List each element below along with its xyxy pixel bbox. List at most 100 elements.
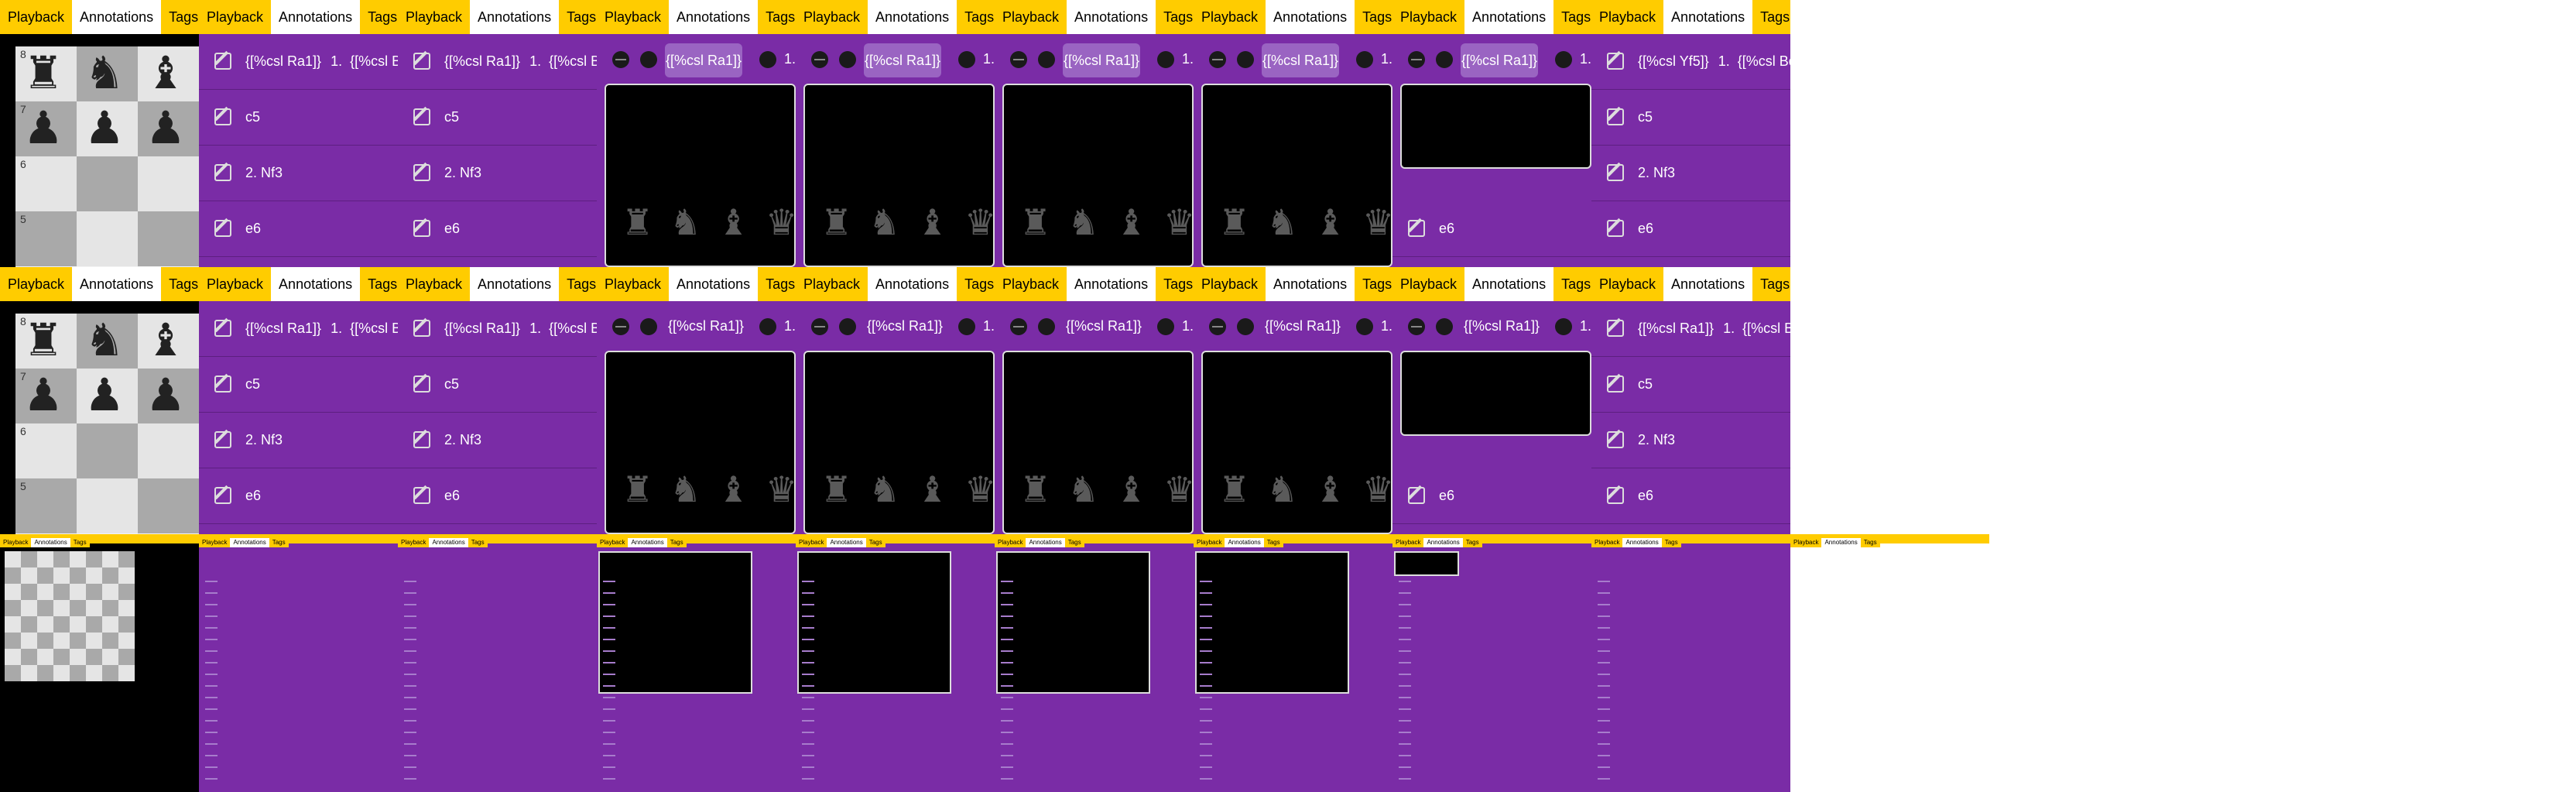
move-row[interactable] xyxy=(802,592,814,594)
tab-playback[interactable]: Playback xyxy=(1194,538,1225,547)
tab-playback[interactable]: Playback xyxy=(1194,0,1266,34)
move-row[interactable] xyxy=(1399,674,1411,675)
toggle-icon[interactable] xyxy=(640,318,657,335)
move-row[interactable] xyxy=(802,627,814,629)
chess-piece-icon[interactable]: ♜ xyxy=(23,318,63,363)
edit-icon[interactable] xyxy=(1607,320,1624,337)
board-square[interactable] xyxy=(77,478,138,533)
collapse-icon[interactable] xyxy=(612,318,629,335)
tab-annotations[interactable]: Annotations xyxy=(72,0,162,34)
move-row[interactable] xyxy=(205,743,218,745)
edit-icon[interactable] xyxy=(413,320,430,337)
board-square[interactable] xyxy=(37,665,53,681)
edit-icon[interactable] xyxy=(413,53,430,70)
move-row[interactable] xyxy=(205,592,218,594)
move-row[interactable]: 2. Nf3 xyxy=(1591,146,1790,201)
tab-tags[interactable]: Tags xyxy=(758,0,796,34)
tab-playback[interactable]: Playback xyxy=(1392,267,1465,301)
tab-annotations[interactable]: Annotations xyxy=(1663,0,1753,34)
collapse-icon[interactable] xyxy=(1209,318,1226,335)
tab-playback[interactable]: Playback xyxy=(398,538,430,547)
board-square[interactable] xyxy=(77,211,138,266)
move-row[interactable] xyxy=(205,766,218,768)
move-row[interactable] xyxy=(404,581,416,582)
move-row[interactable] xyxy=(1598,732,1610,733)
annotation-pill[interactable]: {[%csl Ra1]} xyxy=(1262,43,1339,77)
toggle-icon[interactable] xyxy=(1237,51,1254,68)
move-row[interactable] xyxy=(603,685,615,687)
board-square[interactable] xyxy=(70,616,86,633)
move-row[interactable] xyxy=(802,766,814,768)
move-row[interactable] xyxy=(802,743,814,745)
move-row[interactable]: 2. Nf3 xyxy=(398,146,597,201)
toggle-icon[interactable] xyxy=(1555,318,1572,335)
move-row[interactable] xyxy=(404,708,416,710)
board-square[interactable] xyxy=(118,584,135,600)
tab-playback[interactable]: Playback xyxy=(0,538,32,547)
move-row[interactable] xyxy=(404,732,416,733)
move-row[interactable] xyxy=(205,581,218,582)
board-square[interactable] xyxy=(21,665,37,681)
tab-annotations[interactable]: Annotations xyxy=(1663,267,1753,301)
tab-playback[interactable]: Playback xyxy=(398,267,471,301)
move-row[interactable] xyxy=(1200,755,1212,756)
move-row[interactable] xyxy=(1200,685,1212,687)
move-row[interactable] xyxy=(603,627,615,629)
move-row[interactable] xyxy=(1001,627,1013,629)
move-row[interactable] xyxy=(802,581,814,582)
edit-icon[interactable] xyxy=(413,220,430,237)
move-row[interactable] xyxy=(603,720,615,722)
tab-annotations[interactable]: Annotations xyxy=(429,538,468,547)
move-row[interactable] xyxy=(1001,592,1013,594)
tab-annotations[interactable]: Annotations xyxy=(1026,538,1065,547)
tab-tags[interactable]: Tags xyxy=(957,267,995,301)
move-row[interactable]: e6 xyxy=(199,468,398,524)
tab-playback[interactable]: Playback xyxy=(1591,267,1664,301)
edit-icon[interactable] xyxy=(214,220,231,237)
move-row[interactable] xyxy=(205,615,218,617)
tab-annotations[interactable]: Annotations xyxy=(1622,538,1662,547)
move-row[interactable] xyxy=(1200,766,1212,768)
board-square[interactable] xyxy=(118,551,135,567)
board-square[interactable] xyxy=(118,633,135,649)
tab-playback[interactable]: Playback xyxy=(597,267,670,301)
tab-annotations[interactable]: Annotations xyxy=(31,538,70,547)
tab-playback[interactable]: Playback xyxy=(796,267,868,301)
move-row[interactable] xyxy=(1200,732,1212,733)
board-square[interactable] xyxy=(37,600,53,616)
move-row[interactable] xyxy=(1200,604,1212,605)
board-square[interactable] xyxy=(5,584,21,600)
tab-annotations[interactable]: Annotations xyxy=(1821,538,1861,547)
board-square[interactable] xyxy=(86,567,102,584)
move-row[interactable] xyxy=(1001,708,1013,710)
move-row[interactable] xyxy=(802,604,814,605)
board-preview[interactable] xyxy=(797,551,951,694)
board-square[interactable] xyxy=(5,567,21,584)
board-preview[interactable] xyxy=(1195,551,1349,694)
collapse-icon[interactable] xyxy=(1408,318,1425,335)
move-row[interactable] xyxy=(404,743,416,745)
move-row[interactable]: {[%csl Yf5]} 1. {[%csl Bc xyxy=(1591,34,1790,90)
move-row[interactable] xyxy=(1399,627,1411,629)
board-square[interactable] xyxy=(77,423,138,478)
move-row[interactable] xyxy=(205,627,218,629)
move-row[interactable] xyxy=(1598,650,1610,652)
move-row[interactable] xyxy=(404,685,416,687)
tab-tags[interactable]: Tags xyxy=(758,267,796,301)
chess-piece-icon[interactable]: ♞ xyxy=(84,318,125,363)
edit-icon[interactable] xyxy=(413,431,430,448)
move-row[interactable] xyxy=(1399,581,1411,582)
toggle-icon[interactable] xyxy=(1436,51,1453,68)
chess-piece-icon[interactable]: ♞ xyxy=(84,51,125,96)
tab-tags[interactable]: Tags xyxy=(360,0,398,34)
toggle-icon[interactable] xyxy=(839,51,856,68)
chess-piece-icon[interactable]: ♟ xyxy=(146,373,186,418)
toggle-icon[interactable] xyxy=(1436,318,1453,335)
board-square[interactable] xyxy=(21,551,37,567)
tab-playback[interactable]: Playback xyxy=(199,538,231,547)
move-row[interactable] xyxy=(1200,674,1212,675)
tab-playback[interactable]: Playback xyxy=(597,538,629,547)
toggle-icon[interactable] xyxy=(1356,318,1373,335)
move-row[interactable]: e6 xyxy=(398,468,597,524)
move-row[interactable] xyxy=(603,697,615,698)
